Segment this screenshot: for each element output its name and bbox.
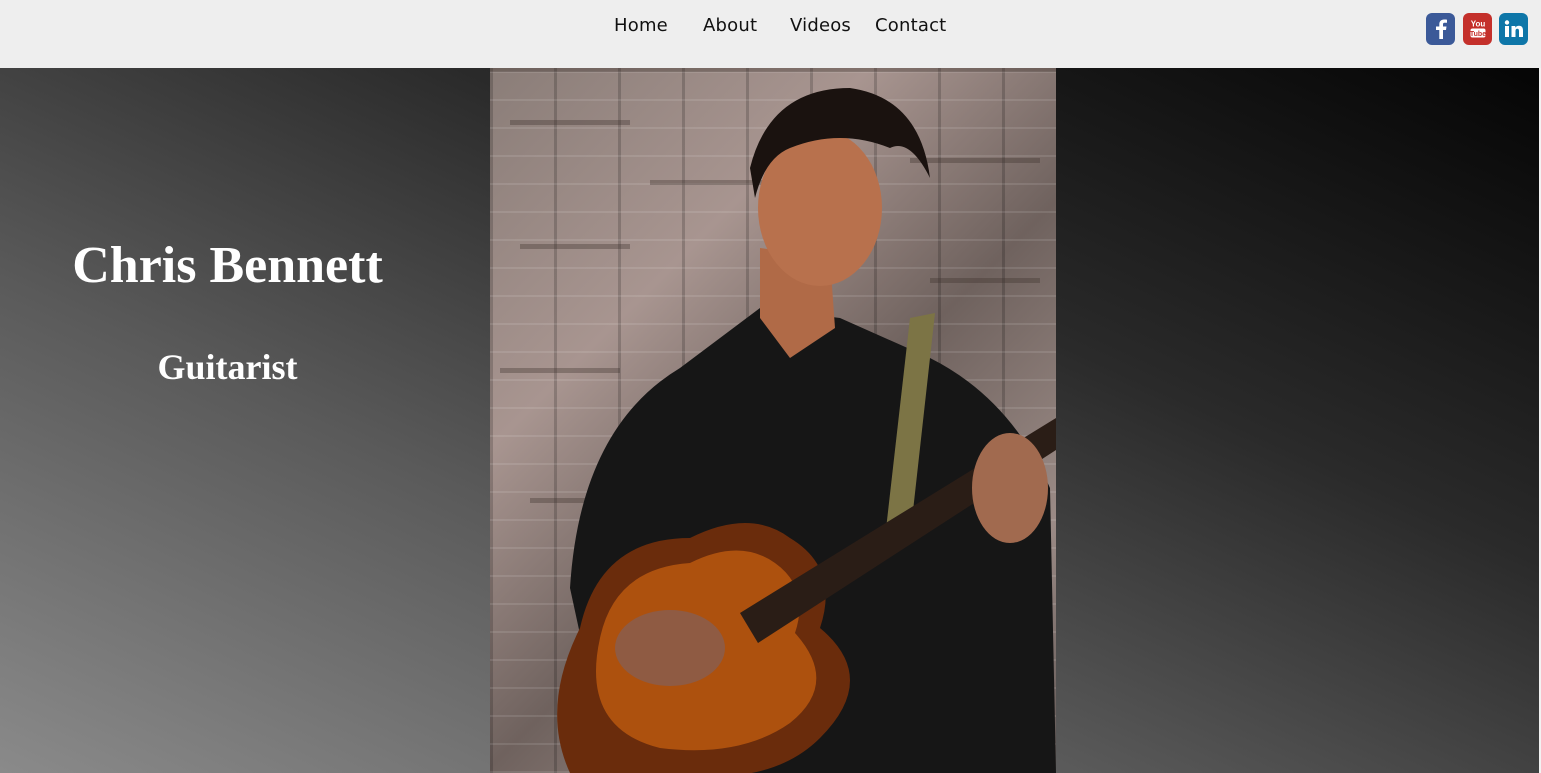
guitarist-photo: [490, 68, 1056, 773]
linkedin-link[interactable]: [1499, 13, 1528, 45]
youtube-icon: You Tube: [1463, 13, 1492, 45]
nav-contact-link[interactable]: Contact: [875, 15, 946, 36]
svg-text:Tube: Tube: [1469, 31, 1485, 38]
nav-videos-link[interactable]: Videos: [790, 15, 851, 36]
youtube-link[interactable]: You Tube: [1463, 13, 1492, 45]
nav-home-link[interactable]: Home: [614, 15, 668, 36]
main-nav: Home About Videos Contact: [0, 0, 1541, 54]
nav-about-link[interactable]: About: [703, 15, 757, 36]
svg-text:You: You: [1470, 20, 1485, 29]
artist-role: Guitarist: [157, 347, 298, 387]
top-navigation-bar: Home About Videos Contact You Tube: [0, 0, 1541, 68]
facebook-link[interactable]: [1426, 13, 1455, 45]
artist-name: Chris Bennett: [72, 237, 383, 294]
linkedin-icon: [1499, 13, 1528, 45]
guitarist-photo-illustration: [490, 68, 1056, 773]
facebook-icon: [1426, 13, 1455, 45]
